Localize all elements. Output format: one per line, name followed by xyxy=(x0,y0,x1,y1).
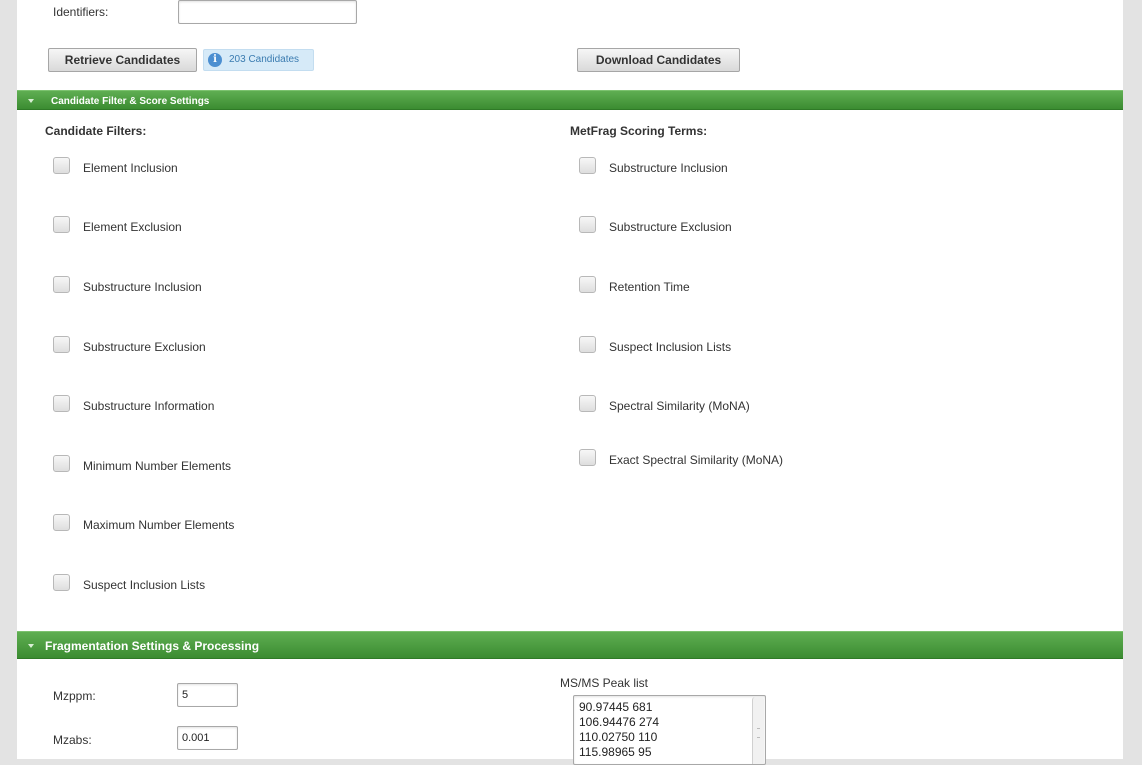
peak-list-textarea[interactable]: 90.97445 681 106.94476 274 110.02750 110… xyxy=(573,695,766,765)
collapse-triangle-icon xyxy=(28,99,34,103)
filter-section-header[interactable]: Candidate Filter & Score Settings xyxy=(17,90,1123,110)
peak-list-label: MS/MS Peak list xyxy=(560,676,649,690)
checkbox-substructure-exclusion[interactable] xyxy=(53,336,70,353)
checkbox-substructure-information[interactable] xyxy=(53,395,70,412)
peak-line: 106.94476 274 xyxy=(579,715,660,729)
checkbox-substructure-inclusion[interactable] xyxy=(53,276,70,293)
checkbox-minimum-number-elements[interactable] xyxy=(53,455,70,472)
checkbox-suspect-inclusion-lists[interactable] xyxy=(53,574,70,591)
main-panel: Identifiers: Retrieve Candidates i 203 C… xyxy=(17,0,1123,765)
mzppm-label: Mzppm: xyxy=(53,689,96,703)
collapse-triangle-icon xyxy=(28,644,34,648)
download-candidates-button[interactable]: Download Candidates xyxy=(577,48,740,72)
candidate-filters-heading: Candidate Filters: xyxy=(45,124,147,138)
identifiers-label: Identifiers: xyxy=(53,5,109,19)
checkbox-score-substructure-exclusion[interactable] xyxy=(579,216,596,233)
mzabs-label: Mzabs: xyxy=(53,733,92,747)
scoring-term-label: Exact Spectral Similarity (MoNA) xyxy=(609,453,784,467)
checkbox-maximum-number-elements[interactable] xyxy=(53,514,70,531)
mzabs-input[interactable] xyxy=(177,726,238,750)
filter-label: Minimum Number Elements xyxy=(83,459,232,473)
peak-line: 115.98965 95 xyxy=(579,745,652,759)
checkbox-score-substructure-inclusion[interactable] xyxy=(579,157,596,174)
peak-list-scrollbar[interactable] xyxy=(752,697,764,764)
checkbox-element-inclusion[interactable] xyxy=(53,157,70,174)
filter-label: Suspect Inclusion Lists xyxy=(83,578,206,592)
filter-section-title: Candidate Filter & Score Settings xyxy=(51,96,210,107)
scoring-term-label: Retention Time xyxy=(609,280,690,294)
filter-label: Substructure Information xyxy=(83,399,215,413)
retrieve-candidates-button[interactable]: Retrieve Candidates xyxy=(48,48,197,72)
filter-label: Substructure Exclusion xyxy=(83,340,206,354)
checkbox-score-retention-time[interactable] xyxy=(579,276,596,293)
peak-line: 110.02750 110 xyxy=(579,730,658,744)
info-icon: i xyxy=(208,53,222,67)
identifiers-input[interactable] xyxy=(178,0,357,24)
scroll-grip-icon xyxy=(757,728,760,738)
scoring-term-label: Substructure Inclusion xyxy=(609,161,728,175)
candidate-count-badge: i 203 Candidates xyxy=(203,49,314,71)
filter-label: Maximum Number Elements xyxy=(83,518,235,532)
scoring-term-label: Suspect Inclusion Lists xyxy=(609,340,732,354)
fragmentation-section-title: Fragmentation Settings & Processing xyxy=(45,639,260,653)
filter-label: Element Exclusion xyxy=(83,220,182,234)
filter-label: Substructure Inclusion xyxy=(83,280,202,294)
checkbox-score-spectral-similarity[interactable] xyxy=(579,395,596,412)
checkbox-score-suspect-inclusion-lists[interactable] xyxy=(579,336,596,353)
scoring-term-label: Spectral Similarity (MoNA) xyxy=(609,399,750,413)
candidate-count-text: 203 Candidates xyxy=(229,54,300,65)
peak-line: 90.97445 681 xyxy=(579,700,653,714)
scoring-term-label: Substructure Exclusion xyxy=(609,220,732,234)
checkbox-element-exclusion[interactable] xyxy=(53,216,70,233)
filter-label: Element Inclusion xyxy=(83,161,178,175)
mzppm-input[interactable] xyxy=(177,683,238,707)
fragmentation-section-header[interactable]: Fragmentation Settings & Processing xyxy=(17,631,1123,659)
checkbox-score-exact-spectral-similarity[interactable] xyxy=(579,449,596,466)
scoring-terms-heading: MetFrag Scoring Terms: xyxy=(570,124,708,138)
